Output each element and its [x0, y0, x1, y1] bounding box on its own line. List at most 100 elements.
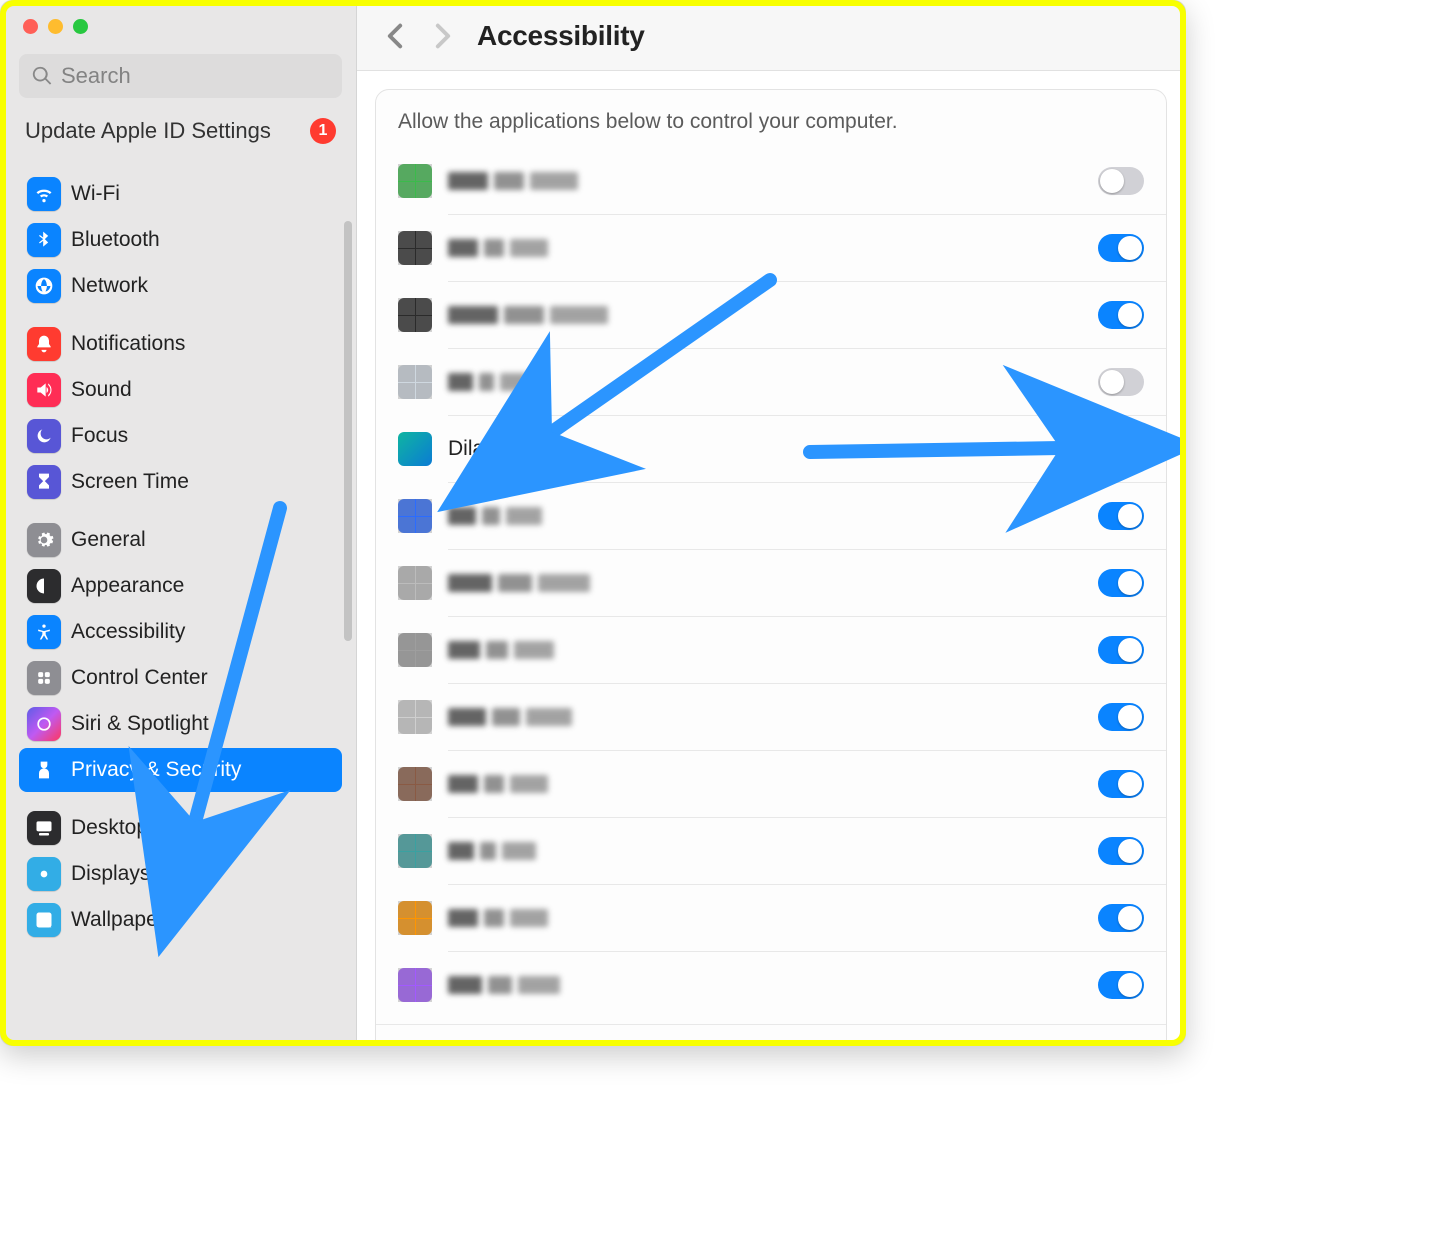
sidebar-item-control-center[interactable]: Control Center	[19, 656, 342, 700]
app-row	[376, 282, 1166, 348]
app-toggle[interactable]	[1098, 703, 1144, 731]
sidebar-item-appearance[interactable]: Appearance	[19, 564, 342, 608]
app-name-redacted	[448, 775, 548, 793]
app-icon	[398, 767, 432, 801]
nav-back-button[interactable]	[385, 23, 405, 49]
app-toggle[interactable]	[1098, 904, 1144, 932]
accessibility-icon	[27, 615, 61, 649]
app-icon	[398, 834, 432, 868]
sidebar-item-label: Focus	[71, 424, 128, 448]
search-input[interactable]: Search	[19, 54, 342, 98]
app-icon	[398, 968, 432, 1002]
sidebar-item-wallpaper[interactable]: Wallpaper	[19, 898, 342, 942]
sidebar-item-label: Screen Time	[71, 470, 189, 494]
minimize-window-button[interactable]	[48, 19, 63, 34]
sidebar-item-privacy-security[interactable]: Privacy & Security	[19, 748, 342, 792]
app-toggle[interactable]	[1098, 167, 1144, 195]
sidebar: Search Update Apple ID Settings 1 Wi-Fi B…	[1, 1, 357, 1045]
sidebar-item-bluetooth[interactable]: Bluetooth	[19, 218, 342, 262]
apple-id-label: Update Apple ID Settings	[25, 118, 271, 144]
sidebar-scrollbar[interactable]	[344, 221, 352, 641]
app-row	[376, 483, 1166, 549]
app-icon	[398, 566, 432, 600]
app-toggle[interactable]	[1098, 435, 1144, 463]
sidebar-item-general[interactable]: General	[19, 518, 342, 562]
app-name-redacted	[448, 306, 608, 324]
remove-app-button[interactable]: −	[421, 1035, 434, 1045]
sidebar-item-siri-spotlight[interactable]: Siri & Spotlight	[19, 702, 342, 746]
add-remove-controls: + −	[376, 1024, 1166, 1045]
app-row	[376, 751, 1166, 817]
sidebar-item-label: Network	[71, 274, 148, 298]
wallpaper-icon	[27, 903, 61, 937]
sidebar-item-label: Notifications	[71, 332, 185, 356]
app-icon	[398, 633, 432, 667]
dock-icon	[27, 811, 61, 845]
sidebar-list: Wi-Fi Bluetooth Network Notifications Sound…	[19, 158, 342, 1027]
sidebar-item-displays[interactable]: Displays	[19, 852, 342, 896]
sidebar-item-label: Privacy & Security	[71, 758, 241, 782]
app-name-redacted	[448, 373, 533, 391]
nav-forward-button[interactable]	[433, 23, 453, 49]
appearance-icon	[27, 569, 61, 603]
hourglass-icon	[27, 465, 61, 499]
sidebar-item-label: Bluetooth	[71, 228, 160, 252]
sidebar-item-label: Accessibility	[71, 620, 185, 644]
app-toggle[interactable]	[1098, 971, 1144, 999]
app-row	[376, 215, 1166, 281]
network-icon	[27, 269, 61, 303]
app-name-redacted	[448, 507, 542, 525]
apple-id-notice[interactable]: Update Apple ID Settings 1	[19, 116, 342, 146]
sidebar-item-wi-fi[interactable]: Wi-Fi	[19, 172, 342, 216]
bell-icon	[27, 327, 61, 361]
gear-icon	[27, 523, 61, 557]
app-icon	[398, 432, 432, 466]
close-window-button[interactable]	[23, 19, 38, 34]
moon-icon	[27, 419, 61, 453]
app-toggle[interactable]	[1098, 837, 1144, 865]
zoom-window-button[interactable]	[73, 19, 88, 34]
app-toggle[interactable]	[1098, 234, 1144, 262]
add-app-button[interactable]: +	[392, 1035, 405, 1045]
app-icon	[398, 499, 432, 533]
sidebar-item-screen-time[interactable]: Screen Time	[19, 460, 342, 504]
app-name-redacted	[448, 641, 554, 659]
app-row	[376, 349, 1166, 415]
sidebar-item-network[interactable]: Network	[19, 264, 342, 308]
wifi-icon	[27, 177, 61, 211]
section-description: Allow the applications below to control …	[376, 110, 1166, 148]
notification-badge: 1	[310, 118, 336, 144]
sidebar-item-notifications[interactable]: Notifications	[19, 322, 342, 366]
sidebar-item-accessibility[interactable]: Accessibility	[19, 610, 342, 654]
app-row	[376, 617, 1166, 683]
sidebar-item-label: Appearance	[71, 574, 184, 598]
app-row	[376, 952, 1166, 1018]
app-toggle[interactable]	[1098, 301, 1144, 329]
app-row	[376, 885, 1166, 951]
sidebar-item-label: Wallpaper	[71, 908, 165, 932]
traffic-lights	[19, 19, 342, 34]
sidebar-item-label: Desktop & Dock	[71, 816, 222, 840]
search-icon	[31, 65, 53, 87]
app-toggle[interactable]	[1098, 368, 1144, 396]
sidebar-item-label: Siri & Spotlight	[71, 712, 209, 736]
app-name-redacted	[448, 172, 578, 190]
app-name-redacted	[448, 842, 536, 860]
app-toggle[interactable]	[1098, 502, 1144, 530]
settings-window: Search Update Apple ID Settings 1 Wi-Fi B…	[0, 0, 1186, 1046]
app-toggle[interactable]	[1098, 569, 1144, 597]
app-icon	[398, 700, 432, 734]
header: Accessibility	[357, 1, 1185, 71]
sidebar-item-label: General	[71, 528, 146, 552]
app-name-redacted	[448, 574, 590, 592]
sidebar-item-label: Wi-Fi	[71, 182, 120, 206]
content-scroll[interactable]: Allow the applications below to control …	[357, 71, 1185, 1045]
app-toggle[interactable]	[1098, 770, 1144, 798]
sidebar-item-sound[interactable]: Sound	[19, 368, 342, 412]
sidebar-item-focus[interactable]: Focus	[19, 414, 342, 458]
app-name-redacted	[448, 239, 548, 257]
control-icon	[27, 661, 61, 695]
main-panel: Accessibility Allow the applications bel…	[357, 1, 1185, 1045]
sidebar-item-desktop-dock[interactable]: Desktop & Dock	[19, 806, 342, 850]
app-toggle[interactable]	[1098, 636, 1144, 664]
